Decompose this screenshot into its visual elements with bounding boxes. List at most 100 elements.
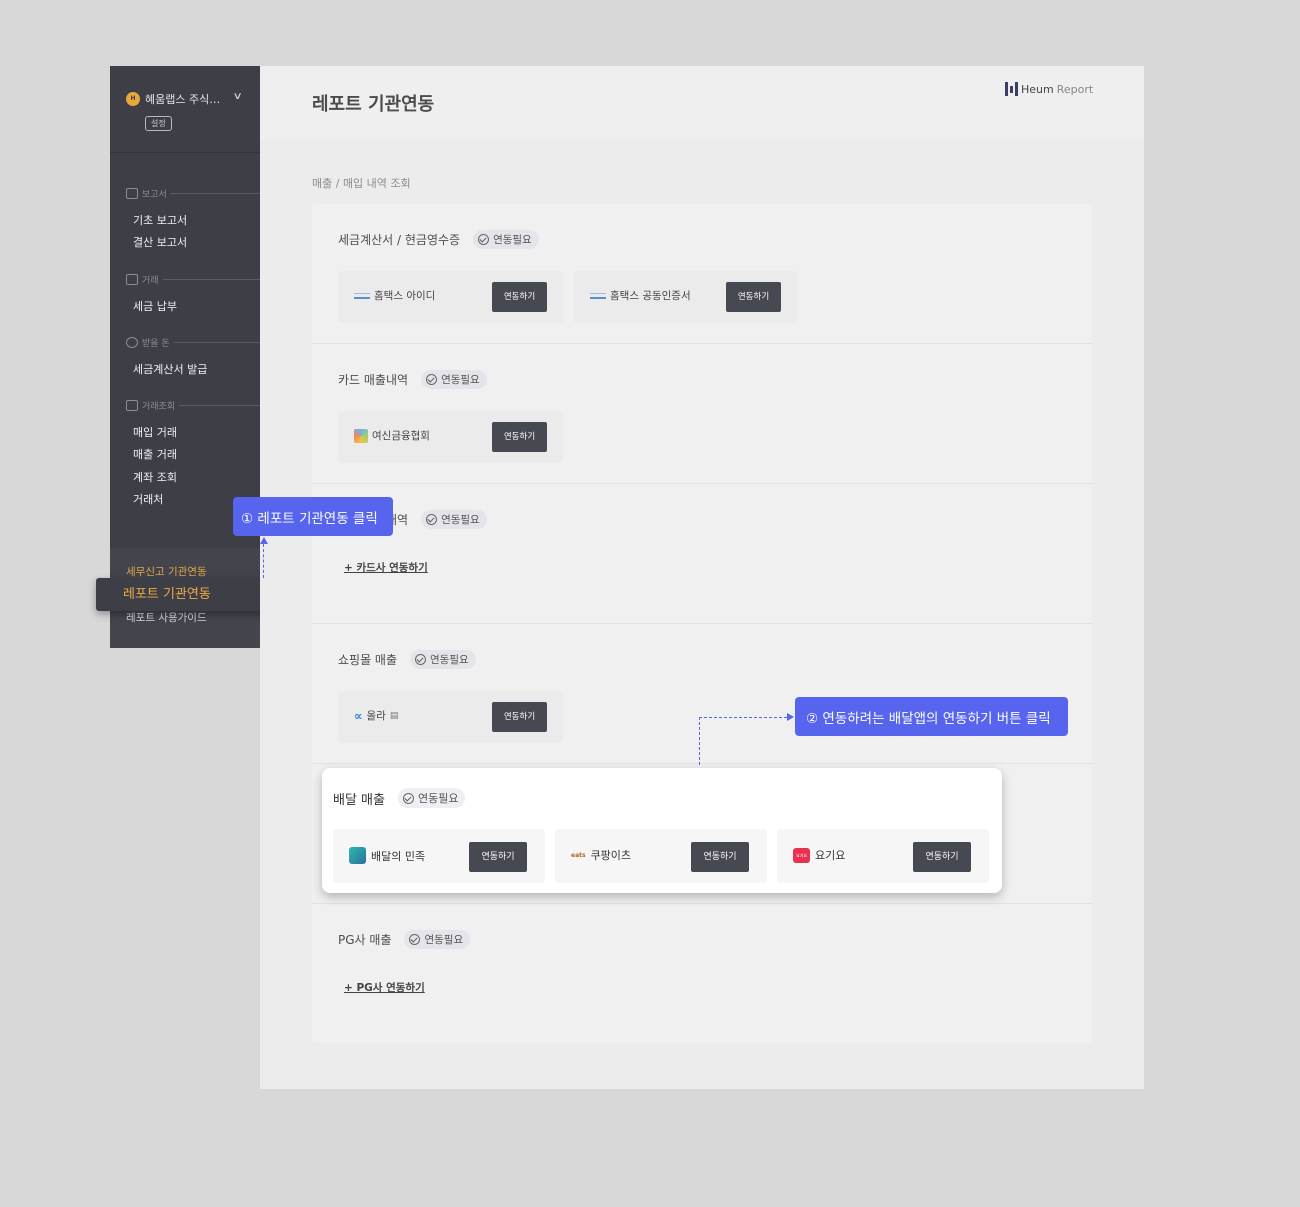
connector-line (699, 717, 700, 765)
sidebar-item-sales[interactable]: 매출 거래 (133, 446, 177, 462)
connect-button[interactable]: 연동하기 (913, 842, 971, 872)
coupang-eats-logo-icon: eats (571, 851, 586, 859)
card-name: eats 쿠팡이츠 (571, 847, 631, 863)
company-selector[interactable]: H 혜움랩스 주식… ∨ (126, 91, 243, 107)
callout-step-1: ① 레포트 기관연동 클릭 (233, 497, 393, 536)
add-pg-link[interactable]: + PG사 연동하기 (344, 980, 425, 995)
badge-label: 연동필요 (417, 792, 459, 805)
brand-heum: Heum (1021, 82, 1054, 96)
hometax-logo-icon (354, 292, 370, 299)
card-olla: ∝ 올라 ▤ 연동하기 (338, 691, 563, 743)
section-header: 카드 매출내역 연동필요 (338, 370, 487, 389)
status-badge: 연동필요 (473, 230, 539, 249)
section-label: 보고서 (142, 190, 167, 200)
olla-logo-icon: ∝ (354, 708, 363, 723)
divider (110, 152, 260, 153)
breadcrumb: 매출 / 매입 내역 조회 (312, 177, 411, 190)
card-name: 배달의 민족 (349, 847, 425, 864)
connect-button[interactable]: 연동하기 (492, 702, 547, 732)
section-label: 쇼핑몰 매출 (338, 653, 398, 667)
divider (179, 405, 260, 406)
link-report-integration[interactable]: 레포트 기관연동 (96, 578, 273, 611)
section-title-receivables: 받을 돈 (126, 336, 260, 349)
card-yogiyo: 요기요 요기요 연동하기 (777, 829, 989, 883)
connect-button[interactable]: 연동하기 (469, 842, 527, 872)
card-name: ∝ 올라 ▤ (354, 708, 398, 723)
section-label: 세금계산서 / 현금영수증 (338, 233, 461, 247)
card-label: 올라 (366, 710, 386, 722)
card-label: 홈택스 공동인증서 (610, 290, 691, 302)
card-label: 여신금융협회 (372, 430, 430, 442)
card-label: 쿠팡이츠 (590, 849, 632, 862)
check-circle-icon (426, 374, 438, 385)
integration-panel: 세금계산서 / 현금영수증 연동필요 홈택스 아이디 연동하기 홈택스 공동인증… (312, 204, 1092, 1043)
sidebar-item-tax-invoice[interactable]: 세금계산서 발급 (133, 361, 207, 377)
card-hometax-cert: 홈택스 공동인증서 연동하기 (574, 271, 797, 323)
page-header: 레포트 기관연동 Heum Report (260, 66, 1144, 139)
card-hometax-id: 홈택스 아이디 연동하기 (338, 271, 563, 323)
settings-button[interactable]: 설정 (145, 116, 172, 131)
add-card-company-link[interactable]: + 카드사 연동하기 (344, 560, 428, 575)
sidebar-item-tax-payment[interactable]: 세금 납부 (133, 298, 177, 314)
section-tax-invoice: 세금계산서 / 현금영수증 연동필요 홈택스 아이디 연동하기 홈택스 공동인증… (312, 204, 1092, 344)
chart-icon (126, 188, 138, 199)
badge-label: 연동필요 (430, 654, 469, 666)
connect-button[interactable]: 연동하기 (492, 282, 547, 312)
card-baemin: 배달의 민족 연동하기 (333, 829, 545, 883)
section-label: 배달 매출 (333, 792, 385, 808)
check-circle-icon (409, 934, 421, 945)
status-badge: 연동필요 (397, 788, 466, 808)
credit-finance-logo-icon (354, 428, 368, 443)
divider (170, 193, 260, 194)
sidebar-item-accounts[interactable]: 계좌 조회 (133, 469, 177, 485)
bar-chart-icon (126, 400, 138, 411)
arrow-up-icon (260, 537, 268, 544)
link-tax-filing-integration[interactable]: 세무신고 기관연동 (126, 564, 207, 579)
section-header: 세금계산서 / 현금영수증 연동필요 (338, 230, 539, 249)
coin-icon (126, 337, 138, 348)
divider (173, 342, 260, 343)
section-label: 거래 (142, 276, 159, 286)
status-badge: 연동필요 (404, 930, 471, 949)
card-credit-finance: 여신금융협회 연동하기 (338, 411, 563, 463)
chevron-down-icon[interactable]: ∨ (233, 91, 243, 102)
card-name: 요기요 요기요 (793, 847, 845, 863)
connect-button[interactable]: 연동하기 (492, 422, 547, 452)
company-name: 혜움랩스 주식… (145, 93, 221, 106)
sidebar-item-basic-report[interactable]: 기초 보고서 (133, 212, 187, 228)
check-circle-icon (402, 792, 414, 804)
section-header: 배달 매출 연동필요 (333, 788, 466, 808)
badge-label: 연동필요 (493, 234, 532, 246)
section-header: PG사 매출 연동필요 (338, 930, 471, 949)
section-title-reports: 보고서 (126, 187, 260, 200)
link-report-guide[interactable]: 레포트 사용가이드 (126, 610, 207, 625)
card-name: 홈택스 공동인증서 (590, 288, 691, 303)
card-label: 홈택스 아이디 (374, 290, 436, 302)
section-card-purchases: 카드 매입내역 연동필요 + 카드사 연동하기 (312, 484, 1092, 624)
check-circle-icon (478, 234, 490, 245)
connect-button[interactable]: 연동하기 (726, 282, 781, 312)
divider (162, 279, 260, 280)
document-icon: ▤ (389, 710, 399, 721)
sidebar: H 혜움랩스 주식… ∨ 설정 보고서 기초 보고서 결산 보고서 거래 세금 … (110, 66, 260, 648)
sidebar-item-settlement-report[interactable]: 결산 보고서 (133, 234, 187, 250)
sidebar-item-purchases[interactable]: 매입 거래 (133, 424, 177, 440)
callout-step-2: ② 연동하려는 배달앱의 연동하기 버튼 클릭 (795, 697, 1068, 736)
sidebar-item-clients[interactable]: 거래처 (133, 491, 163, 507)
heum-logo-icon (1005, 82, 1018, 96)
delivery-section: 배달 매출 연동필요 배달의 민족 연동하기 eats 쿠팡이츠 연동하기 요기요… (322, 768, 1002, 893)
card-label: 배달의 민족 (371, 849, 426, 863)
section-header: 쇼핑몰 매출 연동필요 (338, 650, 476, 669)
card-name: 홈택스 아이디 (354, 288, 435, 303)
section-label: 거래조회 (142, 402, 176, 412)
section-label: 카드 매출내역 (338, 373, 409, 387)
card-coupang-eats: eats 쿠팡이츠 연동하기 (555, 829, 767, 883)
badge-label: 연동필요 (441, 514, 480, 526)
card-name: 여신금융협회 (354, 428, 430, 443)
exchange-icon (126, 274, 138, 285)
connect-button[interactable]: 연동하기 (691, 842, 749, 872)
arrow-right-icon (787, 713, 794, 721)
brand-logo: Heum Report (1005, 82, 1093, 96)
yogiyo-logo-icon: 요기요 (793, 847, 810, 863)
section-pg: PG사 매출 연동필요 + PG사 연동하기 (312, 904, 1092, 1044)
